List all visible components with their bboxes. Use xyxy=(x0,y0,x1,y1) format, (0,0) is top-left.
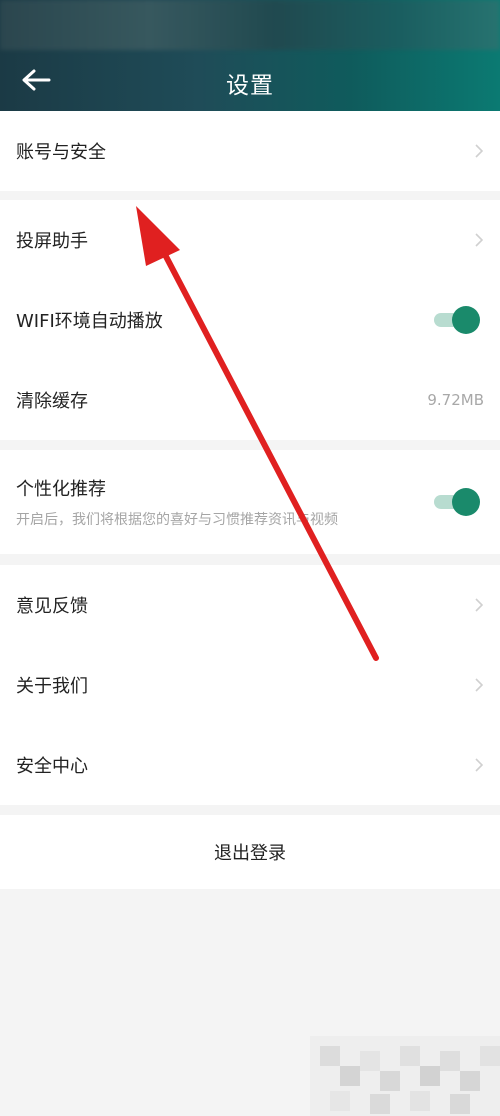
chevron-right-icon xyxy=(475,678,484,692)
item-label: 账号与安全 xyxy=(16,142,106,163)
settings-item-personalized: 个性化推荐 开启后，我们将根据您的喜好与习惯推荐资讯与视频 xyxy=(0,450,500,554)
settings-item-feedback[interactable]: 意见反馈 xyxy=(0,565,500,645)
settings-item-account-security[interactable]: 账号与安全 xyxy=(0,111,500,191)
item-sublabel: 开启后，我们将根据您的喜好与习惯推荐资讯与视频 xyxy=(16,512,338,528)
settings-item-about-us[interactable]: 关于我们 xyxy=(0,645,500,725)
item-label: 意见反馈 xyxy=(16,596,88,617)
item-label: 关于我们 xyxy=(16,676,88,697)
chevron-right-icon xyxy=(475,233,484,247)
item-label: WIFI环境自动播放 xyxy=(16,311,163,332)
chevron-right-icon xyxy=(475,758,484,772)
item-label: 个性化推荐 xyxy=(16,479,106,500)
pixelated-watermark xyxy=(310,1036,500,1116)
personalized-toggle[interactable] xyxy=(434,488,480,516)
item-text-group: 个性化推荐 开启后，我们将根据您的喜好与习惯推荐资讯与视频 xyxy=(16,475,338,529)
chevron-right-icon xyxy=(475,598,484,612)
section-account: 账号与安全 xyxy=(0,111,500,191)
section-recommendation: 个性化推荐 开启后，我们将根据您的喜好与习惯推荐资讯与视频 xyxy=(0,450,500,554)
section-playback: 投屏助手 WIFI环境自动播放 清除缓存 9.72MB xyxy=(0,200,500,440)
status-bar-blur xyxy=(0,0,500,50)
item-label: 投屏助手 xyxy=(16,231,88,252)
settings-item-security-center[interactable]: 安全中心 xyxy=(0,725,500,805)
cache-size-value: 9.72MB xyxy=(427,391,484,409)
wifi-autoplay-toggle[interactable] xyxy=(434,306,480,334)
section-about: 意见反馈 关于我们 安全中心 xyxy=(0,565,500,805)
logout-button[interactable]: 退出登录 xyxy=(0,815,500,889)
item-label: 安全中心 xyxy=(16,756,88,777)
settings-item-cast-assistant[interactable]: 投屏助手 xyxy=(0,200,500,280)
header-bar: 设置 xyxy=(0,0,500,111)
page-title: 设置 xyxy=(226,73,274,99)
logout-label: 退出登录 xyxy=(214,843,286,864)
toggle-knob xyxy=(452,306,480,334)
chevron-right-icon xyxy=(475,144,484,158)
settings-item-clear-cache[interactable]: 清除缓存 9.72MB xyxy=(0,360,500,440)
settings-item-wifi-autoplay: WIFI环境自动播放 xyxy=(0,280,500,360)
settings-page: 设置 账号与安全 投屏助手 WIFI环境自动播放 清除缓存 9.72MB 个性化… xyxy=(0,0,500,1116)
item-label: 清除缓存 xyxy=(16,391,88,412)
toggle-knob xyxy=(452,488,480,516)
